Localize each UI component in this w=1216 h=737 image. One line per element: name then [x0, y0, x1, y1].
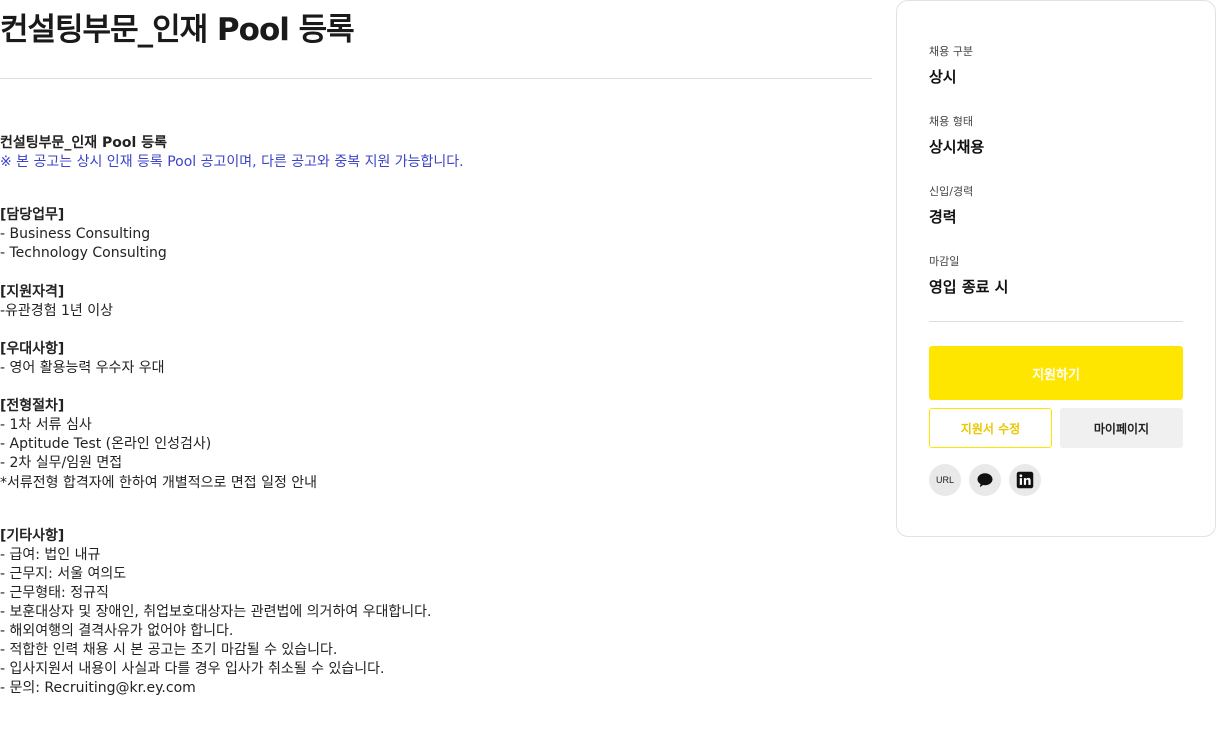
chat-bubble-icon[interactable] — [969, 464, 1001, 496]
mypage-button[interactable]: 마이페이지 — [1060, 408, 1183, 448]
other-item: - 해외여행의 결격사유가 없어야 합니다. — [0, 623, 234, 640]
process-note: *서류전형 합격자에 한하여 개별적으로 면접 일정 안내 — [0, 474, 318, 491]
url-label: URL — [935, 475, 954, 485]
info-career-level: 신입/경력 경력 — [929, 183, 973, 227]
chat-bubble-glyph — [977, 473, 993, 488]
info-label: 채용 형태 — [929, 115, 973, 128]
apply-button[interactable]: 지원하기 — [929, 346, 1183, 400]
sidebar-divider — [929, 321, 1183, 322]
job-description: 컨설팅부문_인재 Pool 등록 ※ 본 공고는 상시 인재 등록 Pool 공… — [0, 134, 872, 698]
linkedin-glyph — [1016, 471, 1034, 489]
job-summary-sidebar: 채용 구분 상시 채용 형태 상시채용 신입/경력 경력 마감일 영입 종료 시… — [896, 0, 1216, 537]
other-item: - 입사지원서 내용이 사실과 다를 경우 입사가 취소될 수 있습니다. — [0, 661, 385, 678]
other-item: - 보훈대상자 및 장애인, 취업보호대상자는 관련법에 의거하여 우대합니다. — [0, 603, 432, 620]
section-title-qualifications: [지원자격] — [0, 283, 65, 300]
other-item: - 근무형태: 정규직 — [0, 584, 109, 601]
other-item: - 급여: 법인 내규 — [0, 546, 101, 563]
contact-email: - 문의: Recruiting@kr.ey.com — [0, 680, 196, 697]
section-title-duties: [담당업무] — [0, 207, 65, 224]
link-url-icon[interactable]: URL — [929, 464, 961, 496]
edit-application-button[interactable]: 지원서 수정 — [929, 408, 1052, 448]
info-recruit-type: 채용 형태 상시채용 — [929, 113, 984, 157]
info-label: 마감일 — [929, 255, 960, 268]
page-title: 컨설팅부문_인재 Pool 등록 — [0, 12, 355, 48]
section-title-others: [기타사항] — [0, 527, 65, 544]
info-value: 상시 — [929, 68, 957, 86]
preference-item: - 영어 활용능력 우수자 우대 — [0, 359, 165, 376]
title-divider — [0, 78, 872, 79]
duplicate-apply-notice: ※ 본 공고는 상시 인재 등록 Pool 공고이며, 다른 공고와 중복 지원… — [0, 154, 464, 171]
other-item: - 적합한 인력 채용 시 본 공고는 조기 마감될 수 있습니다. — [0, 642, 338, 659]
process-item: - 2차 실무/임원 면접 — [0, 455, 123, 472]
info-recruit-category: 채용 구분 상시 — [929, 43, 973, 87]
linkedin-icon[interactable] — [1009, 464, 1041, 496]
info-label: 채용 구분 — [929, 45, 973, 58]
info-value: 경력 — [929, 208, 957, 226]
info-value: 상시채용 — [929, 138, 985, 156]
other-item: - 근무지: 서울 여의도 — [0, 565, 127, 582]
duty-item: - Technology Consulting — [0, 245, 167, 262]
info-value: 영입 종료 시 — [929, 278, 1009, 296]
process-item: - 1차 서류 심사 — [0, 417, 92, 434]
info-label: 신입/경력 — [929, 185, 974, 198]
qualification-item: -유관경험 1년 이상 — [0, 302, 114, 319]
info-deadline: 마감일 영입 종료 시 — [929, 253, 1008, 297]
section-title-preferences: [우대사항] — [0, 340, 65, 357]
description-heading: 컨설팅부문_인재 Pool 등록 — [0, 135, 167, 151]
duty-item: - Business Consulting — [0, 226, 151, 243]
process-item: - Aptitude Test (온라인 인성검사) — [0, 436, 212, 453]
section-title-process: [전형절차] — [0, 398, 65, 415]
